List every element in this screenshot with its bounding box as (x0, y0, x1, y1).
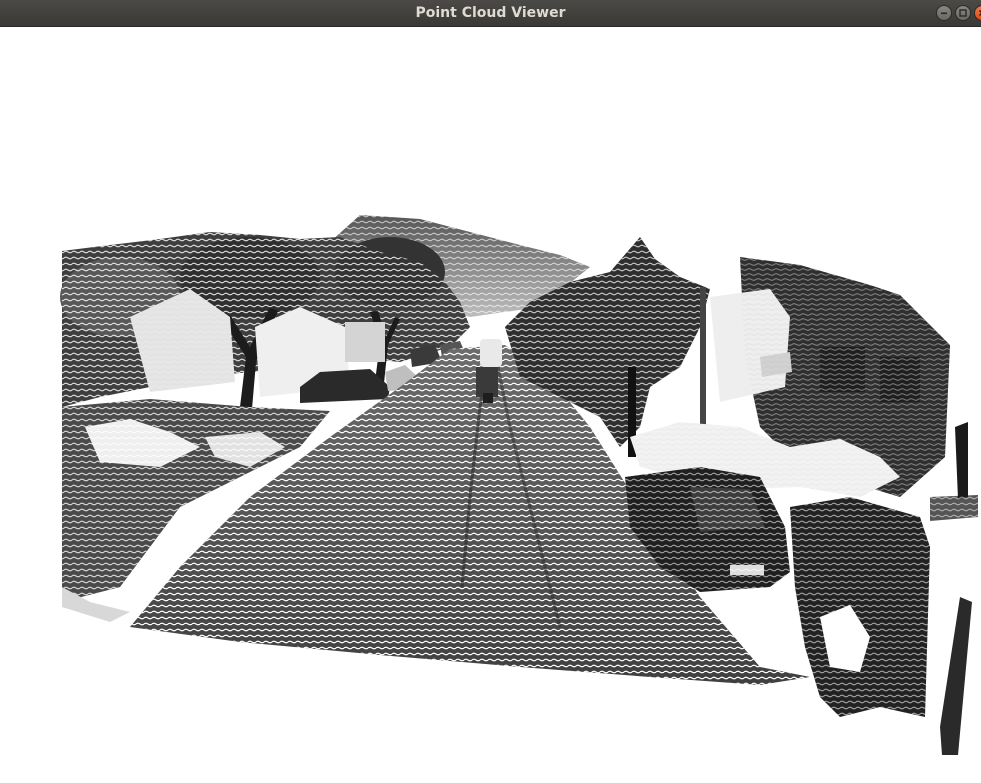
window-title: Point Cloud Viewer (415, 5, 566, 21)
point-cloud-render (60, 215, 978, 755)
right-pole (930, 422, 978, 755)
right-foreground (790, 497, 930, 717)
close-button[interactable] (974, 5, 981, 21)
minimize-icon (941, 12, 947, 15)
maximize-button[interactable] (955, 5, 971, 21)
app-window: Point Cloud Viewer (0, 0, 981, 783)
title-bar[interactable]: Point Cloud Viewer (0, 0, 981, 27)
maximize-icon (959, 9, 967, 17)
point-cloud-canvas[interactable] (0, 27, 981, 783)
close-icon (978, 9, 981, 17)
minimize-button[interactable] (936, 5, 952, 21)
